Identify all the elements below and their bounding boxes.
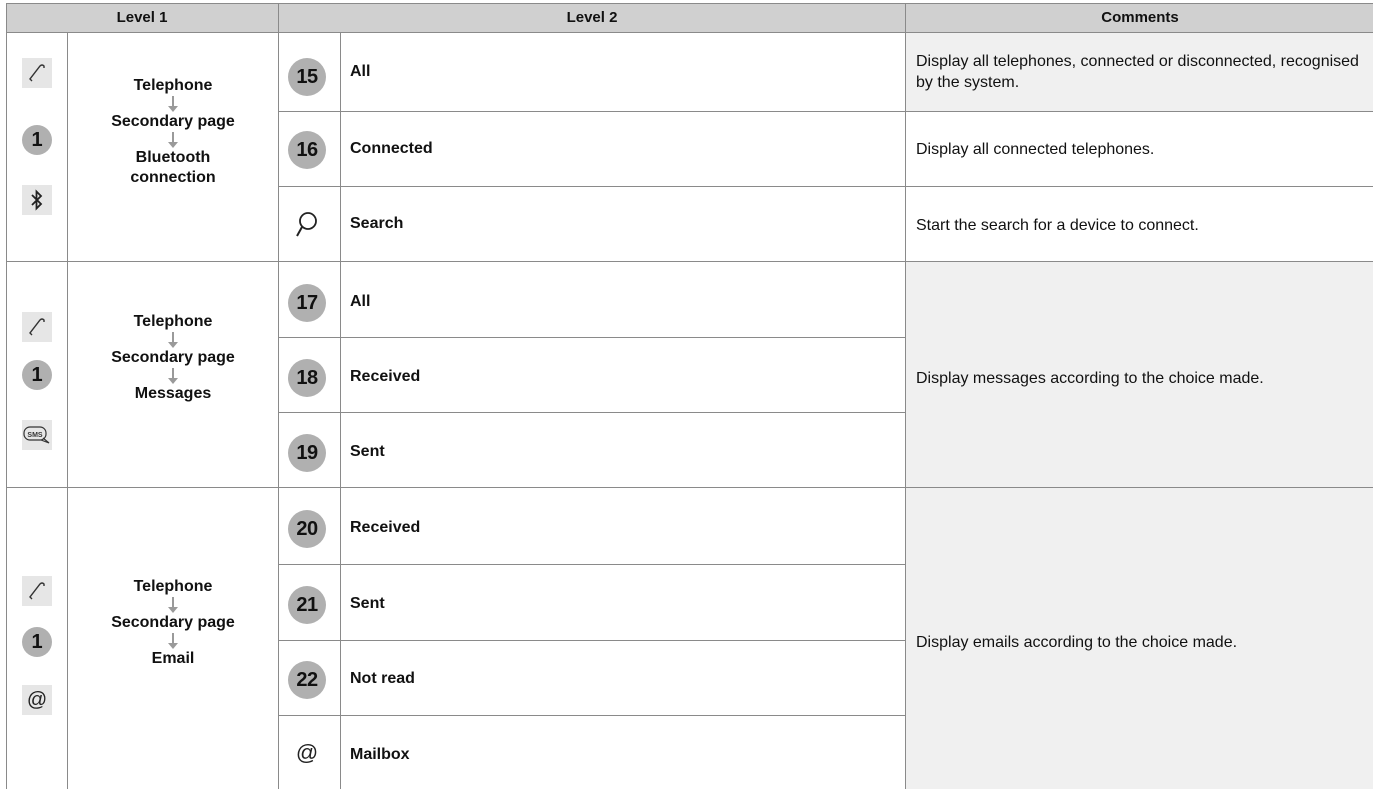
comment-cell-shaded (906, 262, 1373, 789)
comment-text: Display all telephones, connected or dis… (916, 53, 1359, 91)
menu-number-badge: 20 (288, 510, 326, 548)
down-arrow-icon (168, 368, 178, 384)
header-level-1: Level 1 (116, 9, 168, 26)
down-arrow-icon (168, 633, 178, 649)
bluetooth-icon (22, 185, 52, 215)
row-divider (279, 186, 1373, 187)
menu-item-label: All (350, 293, 371, 310)
down-arrow-icon (168, 332, 178, 348)
menu-item-label: Sent (350, 443, 385, 460)
at-sign-icon: @ (22, 685, 52, 715)
row-divider (279, 337, 906, 338)
menu-item-label: Not read (350, 670, 415, 687)
table-border (6, 3, 7, 789)
comment-text: Display all connected telephones. (916, 141, 1155, 158)
menu-item-label: Connected (350, 140, 433, 157)
row-divider (279, 412, 906, 413)
menu-number-badge: 17 (288, 284, 326, 322)
phone-handset-icon (22, 58, 52, 88)
nav-step: Telephone (133, 313, 213, 330)
comment-text: Display messages according to the choice… (916, 370, 1264, 387)
down-arrow-icon (168, 597, 178, 613)
down-arrow-icon (168, 132, 178, 148)
section-divider (6, 261, 1373, 262)
menu-item-label: Sent (350, 595, 385, 612)
nav-step: Telephone (133, 578, 213, 595)
menu-item-label: Received (350, 519, 421, 536)
menu-item-label: All (350, 63, 371, 80)
nav-step: Secondary page (111, 113, 235, 130)
menu-number-badge: 16 (288, 131, 326, 169)
phone-handset-icon (22, 576, 52, 606)
header-level-2: Level 2 (566, 9, 618, 26)
comment-text: Start the search for a device to connect… (916, 217, 1199, 234)
search-icon (288, 206, 326, 244)
at-sign-icon: @ (295, 740, 319, 765)
table-border (905, 3, 906, 789)
row-divider (279, 715, 906, 716)
menu-item-label: Search (350, 215, 404, 232)
nav-path: Telephone Secondary page Messages (68, 312, 278, 404)
nav-step: Secondary page (111, 614, 235, 631)
one-badge: 1 (22, 360, 52, 390)
table-border (6, 32, 1373, 33)
menu-item-label: Received (350, 368, 421, 385)
sms-icon: SMS (22, 420, 52, 450)
menu-item-label: Mailbox (350, 746, 410, 763)
menu-number-badge: 22 (288, 661, 326, 699)
header-comments: Comments (1101, 9, 1179, 26)
nav-step: Messages (134, 385, 212, 402)
nav-step: Secondary page (111, 349, 235, 366)
menu-number-badge: 19 (288, 434, 326, 472)
menu-number-badge: 21 (288, 586, 326, 624)
menu-number-badge: 15 (288, 58, 326, 96)
nav-step: Telephone (133, 77, 213, 94)
menu-number-badge: 18 (288, 359, 326, 397)
row-divider (279, 640, 906, 641)
svg-text:SMS: SMS (27, 432, 43, 439)
nav-step: Bluetooth connection (130, 149, 216, 186)
nav-step: Email (151, 650, 195, 667)
row-divider (279, 111, 1373, 112)
table-border (278, 3, 279, 789)
one-badge: 1 (22, 627, 52, 657)
phone-handset-icon (22, 312, 52, 342)
section-divider (6, 487, 1373, 488)
one-badge: 1 (22, 125, 52, 155)
table-border (340, 32, 341, 789)
nav-path: Telephone Secondary page Bluetooth conne… (68, 76, 278, 188)
comment-text: Display emails according to the choice m… (916, 634, 1238, 651)
row-divider (279, 564, 906, 565)
down-arrow-icon (168, 96, 178, 112)
table-border (6, 3, 1373, 4)
menu-table: Level 1 Level 2 Comments 1 Telephone Sec… (0, 0, 1373, 789)
nav-path: Telephone Secondary page Email (68, 577, 278, 669)
